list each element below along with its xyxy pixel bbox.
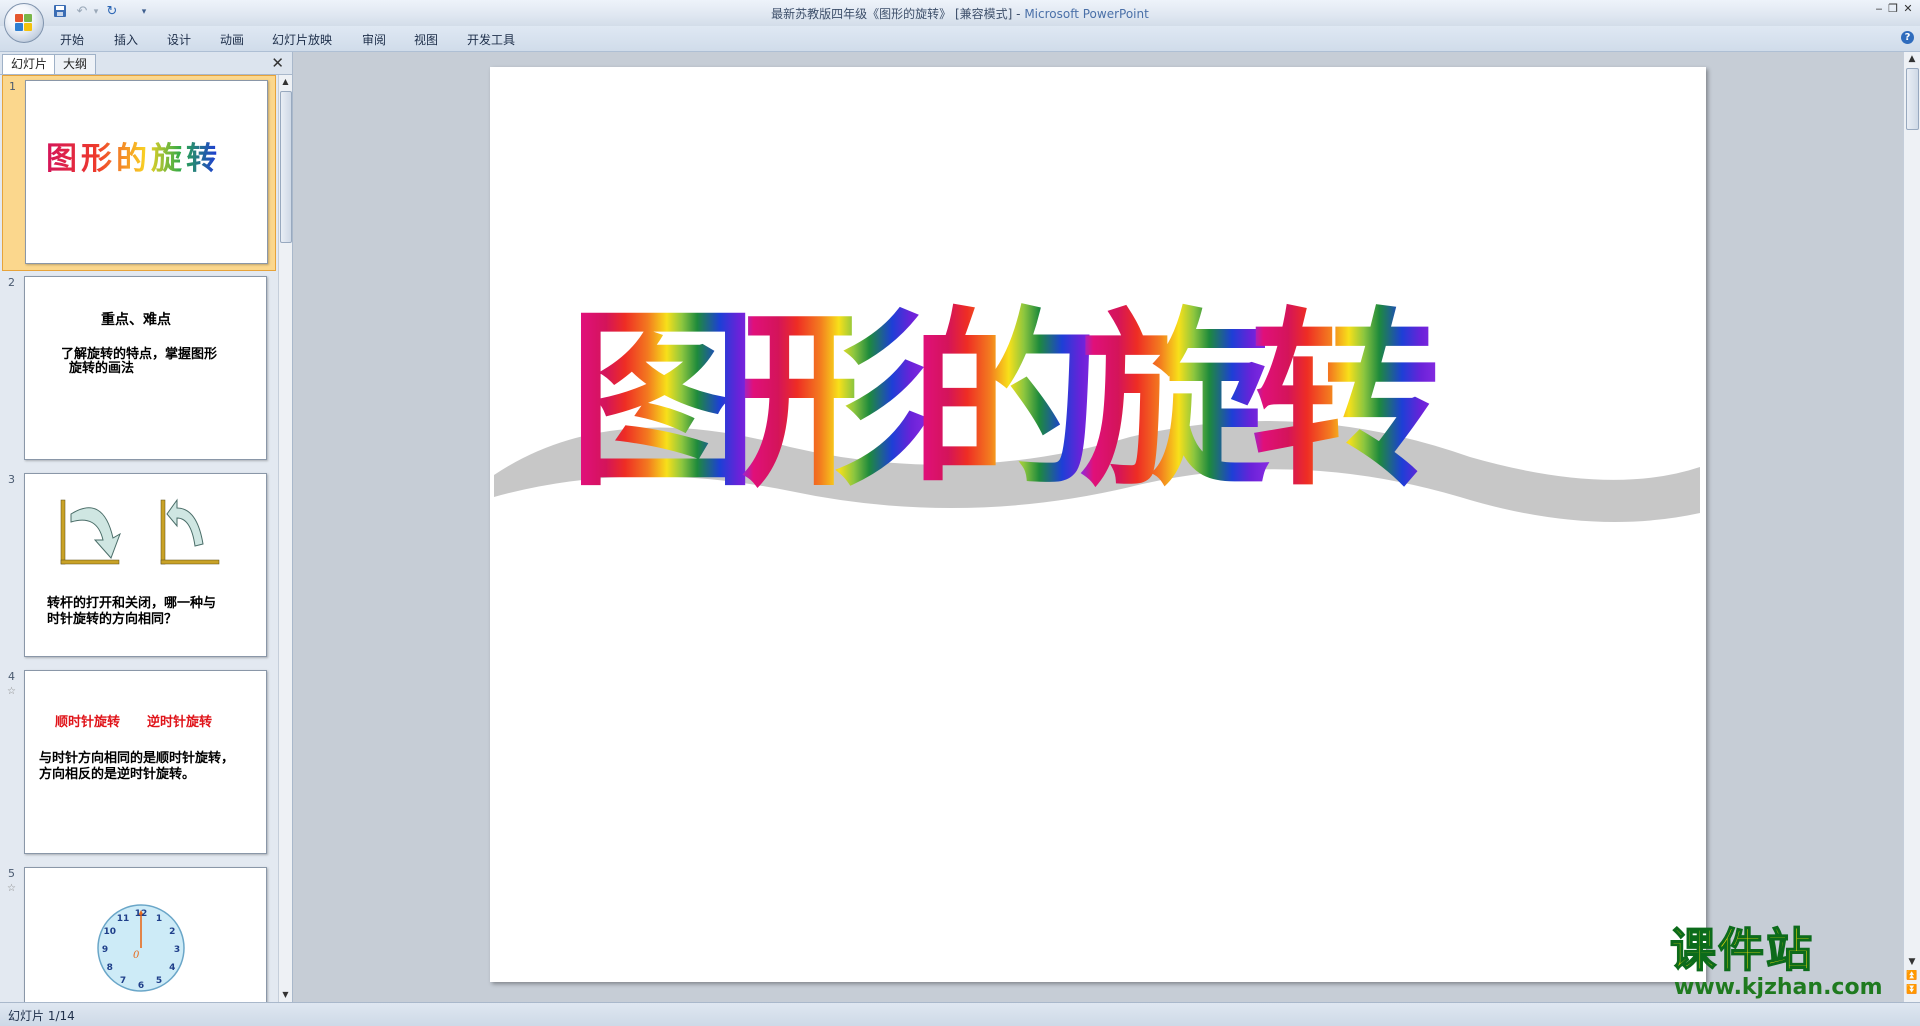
slide-number: 2 [8,276,15,289]
watermark-url: www.kjzhan.com [1674,975,1883,1000]
slide-preview: 转杆的打开和关闭，哪一种与 时针旋转的方向相同？ [24,473,267,657]
current-slide[interactable]: 图 形 的 旋 转 [490,67,1706,982]
title-bar: ↶ ▾ ↻ ▾ 最新苏教版四年级《图形的旋转》 [兼容模式] - Microso… [0,0,1920,43]
thumb-red-label: 逆时针旋转 [147,715,213,730]
thumb-body-line: 方向相反的是逆时针旋转。 [39,767,196,782]
window-title: 最新苏教版四年级《图形的旋转》 [兼容模式] - Microsoft Power… [0,5,1920,22]
clock-number: 10 [104,927,117,937]
tab-developer[interactable]: 开发工具 [467,31,515,48]
tab-animations[interactable]: 动画 [220,31,244,48]
slide-preview: 0 12 1 2 3 4 5 6 7 8 9 10 11 [24,867,267,1002]
office-logo-icon [15,14,33,32]
pane-close-icon[interactable]: ✕ [271,54,284,72]
slide-thumbnail-2[interactable]: 2 重点、难点 了解旋转的特点，掌握图形 旋转的画法 [2,272,274,466]
slide-number: 5 [8,867,15,880]
slide-title-wordart[interactable]: 图 形 的 旋 转 [490,67,1706,982]
app-name: Microsoft PowerPoint [1024,7,1149,21]
slide-thumbnail-1[interactable]: 1 图形的旋转 [2,75,276,271]
watermark-text: 课件站 [1669,923,1814,977]
clock-number: 11 [117,914,130,924]
slide-preview: 重点、难点 了解旋转的特点，掌握图形 旋转的画法 [24,276,267,460]
pane-scrollbar[interactable]: ▲ ▼ [278,75,292,1002]
slide-counter: 幻灯片 1/14 [8,1009,75,1023]
slide-preview: 顺时针旋转 逆时针旋转 与时针方向相同的是顺时针旋转， 方向相反的是逆时针旋转。 [24,670,267,854]
thumb-title: 图形的旋转 [46,139,246,179]
thumb-red-label: 顺时针旋转 [55,715,121,730]
title-char: 形 [740,289,930,512]
title-char: 转 [1250,289,1440,512]
document-title: 最新苏教版四年级《图形的旋转》 [兼容模式] - [771,7,1025,21]
slide-number: 4 [8,670,15,683]
scroll-down-icon[interactable]: ▼ [280,989,291,1001]
animation-star-icon: ☆ [7,686,16,697]
scroll-down-icon[interactable]: ▼ [1906,956,1918,968]
clock-number: 5 [156,976,162,986]
tab-slideshow[interactable]: 幻灯片放映 [272,31,332,48]
scroll-up-icon[interactable]: ▲ [280,76,291,88]
clock-face: 0 12 12 3 45 6 78 9 1011 [97,904,185,992]
wordart-chars: 图 形 的 旋 转 [568,289,1440,512]
close-icon[interactable]: ✕ [1899,2,1917,16]
slide-thumbnail-5[interactable]: 5 ☆ 0 12 1 2 3 4 5 6 7 8 9 10 11 [2,863,274,1002]
title-char: 旋 [1080,289,1270,512]
slide-thumbnails: 1 图形的旋转 2 重点、难点 了解旋转的特点，掌握图形 旋转的画法 3 转杆的… [0,75,278,1002]
tab-insert[interactable]: 插入 [114,31,138,48]
thumb-heading: 重点、难点 [101,312,171,328]
title-char: 的 [910,289,1100,512]
help-icon[interactable]: ? [1901,31,1914,44]
ribbon-tabs: 开始 插入 设计 动画 幻灯片放映 审阅 视图 开发工具 ? [0,26,1920,52]
pane-tabs: 幻灯片 大纲 ✕ [0,52,292,75]
slide-thumbnail-3[interactable]: 3 转杆的打开和关闭，哪一种与 时针旋转的方向相同？ [2,469,274,663]
clock-number: 1 [156,914,162,924]
tab-view[interactable]: 视图 [414,31,438,48]
previous-slide-icon[interactable]: ⏫ [1906,970,1918,982]
tab-outline[interactable]: 大纲 [54,54,97,74]
clock-number: 9 [102,945,108,955]
slide-editor: 图 形 的 旋 转 [293,52,1904,1002]
clock-number: 12 [135,909,148,919]
clock-center-label: 0 [133,950,140,961]
next-slide-icon[interactable]: ⏬ [1906,984,1918,996]
thumb-body-line: 旋转的画法 [69,361,135,376]
scroll-up-icon[interactable]: ▲ [1906,53,1918,65]
animation-star-icon: ☆ [7,883,16,894]
editor-scrollbar[interactable]: ▲ ▼ ⏫ ⏬ [1903,52,1920,1002]
tab-home[interactable]: 开始 [60,31,84,48]
tab-design[interactable]: 设计 [167,31,191,48]
slide-preview: 图形的旋转 [25,80,268,264]
slide-number: 3 [8,473,15,486]
clock-number: 4 [169,963,175,973]
office-button[interactable] [4,3,44,43]
scroll-thumb[interactable] [280,91,292,243]
clock-number: 7 [120,976,126,986]
thumb-body-line: 时针旋转的方向相同？ [47,612,178,627]
slide-thumbnail-4[interactable]: 4 ☆ 顺时针旋转 逆时针旋转 与时针方向相同的是顺时针旋转， 方向相反的是逆时… [2,666,274,860]
clock-number: 6 [138,981,144,991]
slide-number: 1 [9,80,16,93]
tab-review[interactable]: 审阅 [362,31,386,48]
title-char: 图 [568,289,758,512]
clock-number: 8 [107,963,113,973]
status-bar: 幻灯片 1/14 [0,1002,1920,1026]
clock-number: 2 [169,927,175,937]
clock-number: 3 [174,945,180,955]
watermark-logo: 课件站 www.kjzhan.com [1668,923,1904,1003]
slides-pane: 幻灯片 大纲 ✕ 1 图形的旋转 2 重点、难点 了解旋转的特点，掌握图形 旋转… [0,52,293,1002]
tab-slides[interactable]: 幻灯片 [2,54,57,74]
scroll-thumb[interactable] [1906,68,1919,130]
turnstile-diagram [60,498,220,565]
